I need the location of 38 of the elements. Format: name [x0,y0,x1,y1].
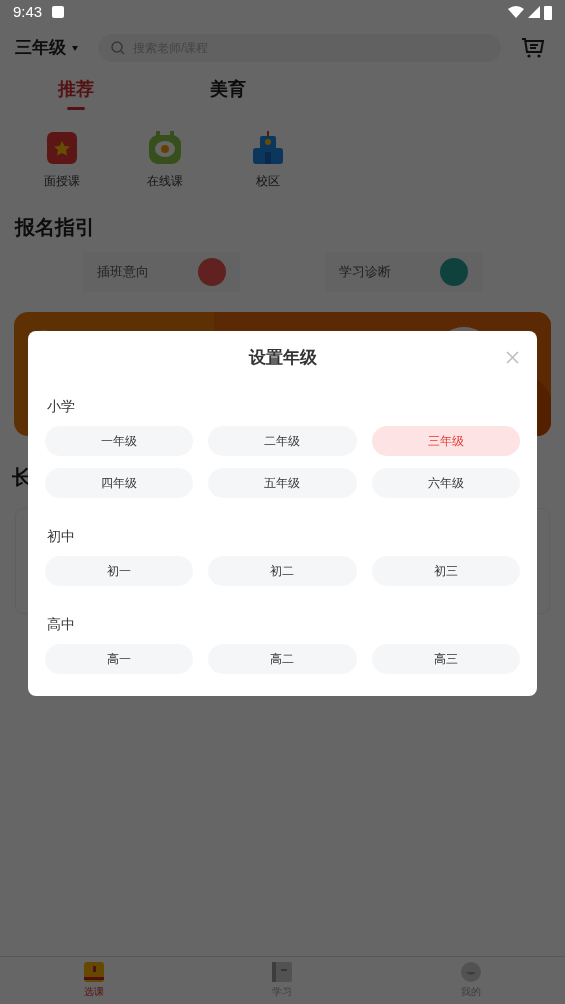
notification-icon [52,6,65,18]
grade-selector[interactable]: 三年级 [15,35,78,61]
group-label: 高中 [47,615,75,634]
cart-icon[interactable] [521,37,545,59]
tab[interactable]: 推荐 [0,76,152,120]
grade-option[interactable]: 初二 [208,556,357,586]
grade-option[interactable]: 高三 [371,644,520,674]
grade-option[interactable]: 六年级 [371,468,520,498]
category-link[interactable]: 校区 [255,172,280,190]
category-link[interactable]: 面授课 [43,172,80,190]
wifi-icon [508,6,524,18]
grade-option[interactable]: 二年级 [208,426,357,456]
signal-icon [528,6,540,18]
grade-option[interactable]: 高二 [208,644,357,674]
profile-icon [460,962,481,982]
group-label: 小学 [47,397,75,416]
tab[interactable]: 美育 [152,76,304,120]
status-time: 9:43 [13,1,43,22]
guide-icon [197,258,226,286]
close-icon[interactable] [506,351,519,364]
group-label: 初中 [47,527,75,546]
section-heading: 报名指引 [15,215,95,240]
notebook-icon [272,962,293,982]
dialog-title: 设置年级 [248,347,317,370]
guide-icon [440,258,469,286]
grade-option[interactable]: 一年级 [45,426,194,456]
grade-option[interactable]: 初三 [371,556,520,586]
tv-icon [146,130,183,166]
grade-option[interactable]: 高一 [45,644,194,674]
battery-icon [544,4,552,20]
category-link[interactable]: 在线课 [146,172,183,190]
grade-option[interactable]: 五年级 [208,468,357,498]
grade-option[interactable]: 初一 [45,556,194,586]
caret-icon [72,45,78,51]
grade-option[interactable]: 四年级 [45,468,194,498]
nav-tab[interactable]: 选课 [0,957,189,1004]
grade-option[interactable]: 三年级 [371,426,520,456]
course-icon [84,962,105,982]
